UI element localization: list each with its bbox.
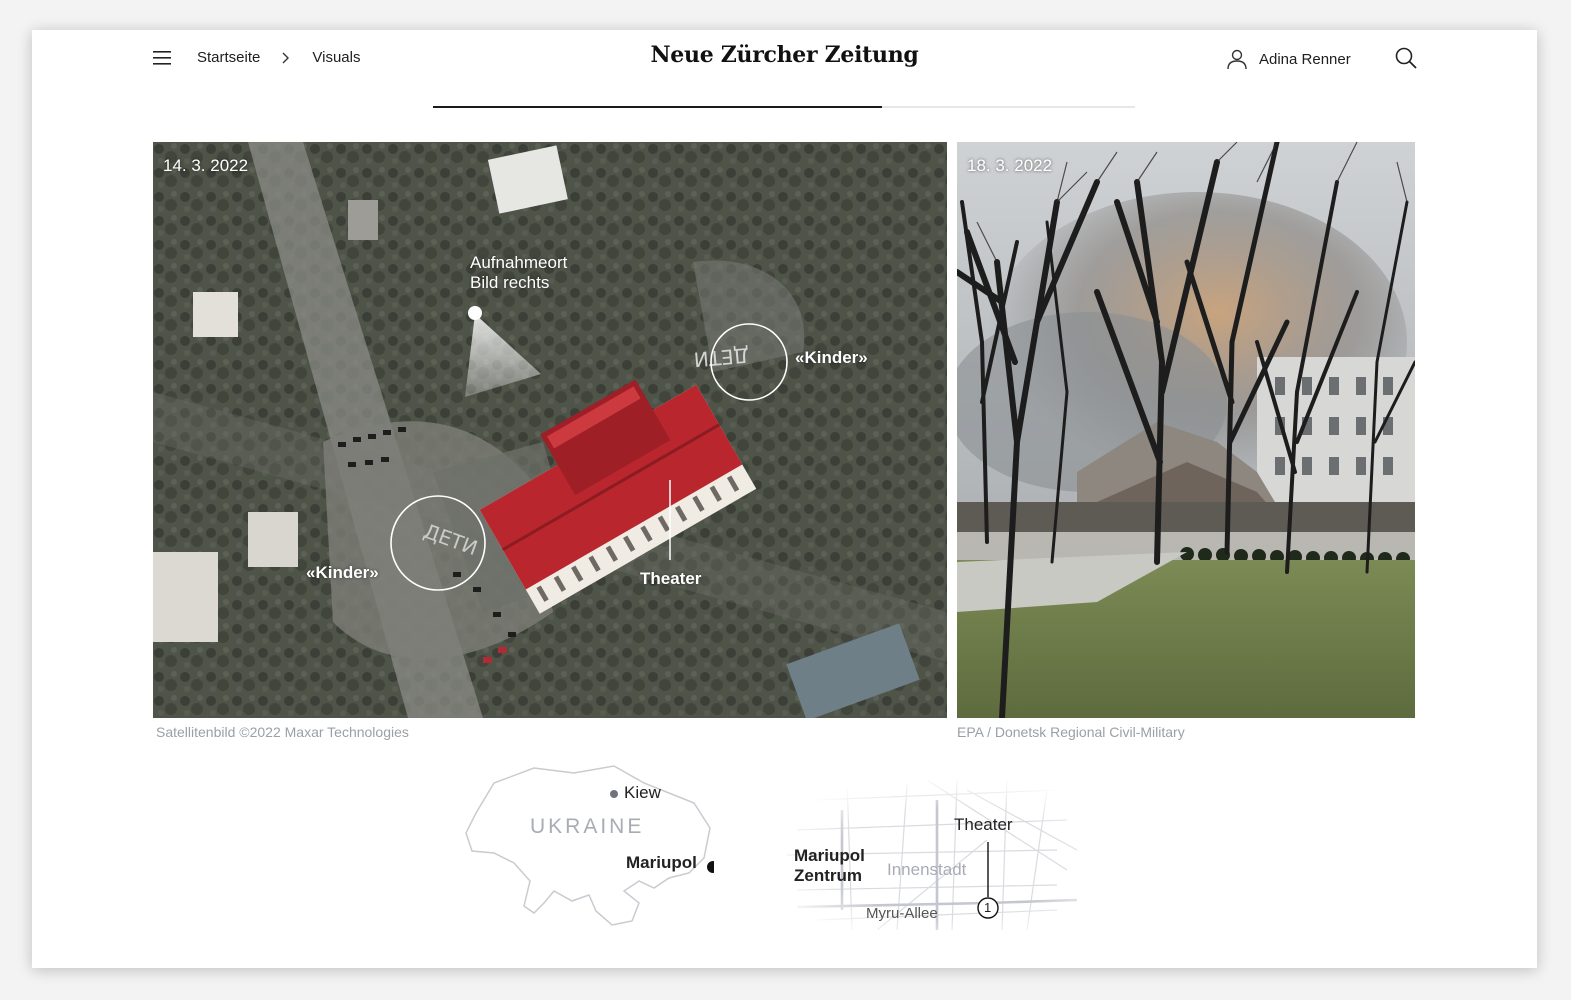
kiew-label: Kiew	[624, 783, 661, 802]
breadcrumb: Startseite Visuals	[197, 49, 360, 66]
ukraine-outline	[465, 765, 719, 926]
camera-location-label: Aufnahmeort Bild rechts	[470, 253, 567, 293]
ground-photo-graphic	[957, 142, 1415, 718]
chevron-right-icon	[282, 52, 290, 63]
ukraine-locator-map: Kiew UKRAINE Mariupol	[464, 763, 719, 933]
satellite-image: ДЕТИ ДЕТИ 14. 3. 2022 Aufnahmeort Bild r…	[153, 142, 947, 718]
city-map-title: Mariupol Zentrum	[794, 846, 865, 886]
city-map-title-line2: Zentrum	[794, 866, 862, 885]
street-label: Myru-Allee	[866, 905, 938, 922]
user-icon	[1227, 49, 1247, 70]
city-map-title-line1: Mariupol	[794, 846, 865, 865]
breadcrumb-visuals[interactable]: Visuals	[312, 49, 360, 66]
photo-date: 18. 3. 2022	[967, 156, 1053, 175]
ukraine-label: UKRAINE	[530, 815, 645, 838]
theater-marker-number: 1	[984, 900, 992, 915]
user-name: Adina Renner	[1259, 50, 1351, 68]
ground-photo: 18. 3. 2022	[957, 142, 1415, 718]
camera-location-line2: Bild rechts	[470, 273, 550, 292]
hamburger-menu-icon[interactable]	[152, 48, 174, 68]
theater-map-label: Theater	[954, 815, 1013, 834]
svg-text:ДЕТИ: ДЕТИ	[693, 343, 750, 372]
kinder-label-top: «Kinder»	[795, 348, 868, 367]
site-header: Startseite Visuals Neue Zürcher Zeitung …	[32, 30, 1537, 110]
mariupol-city-map: Theater Mariupol Zentrum Innenstadt Myru…	[757, 779, 1078, 931]
theater-label: Theater	[640, 569, 702, 588]
district-label: Innenstadt	[887, 860, 967, 879]
photo-credit: EPA / Donetsk Regional Civil-Military	[957, 724, 1185, 740]
breadcrumb-startseite[interactable]: Startseite	[197, 49, 260, 66]
site-logo[interactable]: Neue Zürcher Zeitung	[587, 42, 982, 68]
camera-location-line1: Aufnahmeort	[470, 253, 568, 272]
mariupol-label: Mariupol	[626, 853, 697, 872]
satellite-credit: Satellitenbild ©2022 Maxar Technologies	[156, 724, 409, 740]
reading-progress-fill	[433, 106, 883, 108]
satellite-image-graphic: ДЕТИ ДЕТИ	[153, 142, 947, 718]
reading-progress-bar	[433, 106, 1135, 108]
user-account-button[interactable]: Adina Renner	[1225, 47, 1351, 71]
satellite-date: 14. 3. 2022	[163, 156, 249, 175]
kinder-label-left: «Kinder»	[306, 563, 379, 582]
search-icon[interactable]	[1394, 46, 1418, 70]
browser-page: Startseite Visuals Neue Zürcher Zeitung …	[32, 30, 1537, 968]
